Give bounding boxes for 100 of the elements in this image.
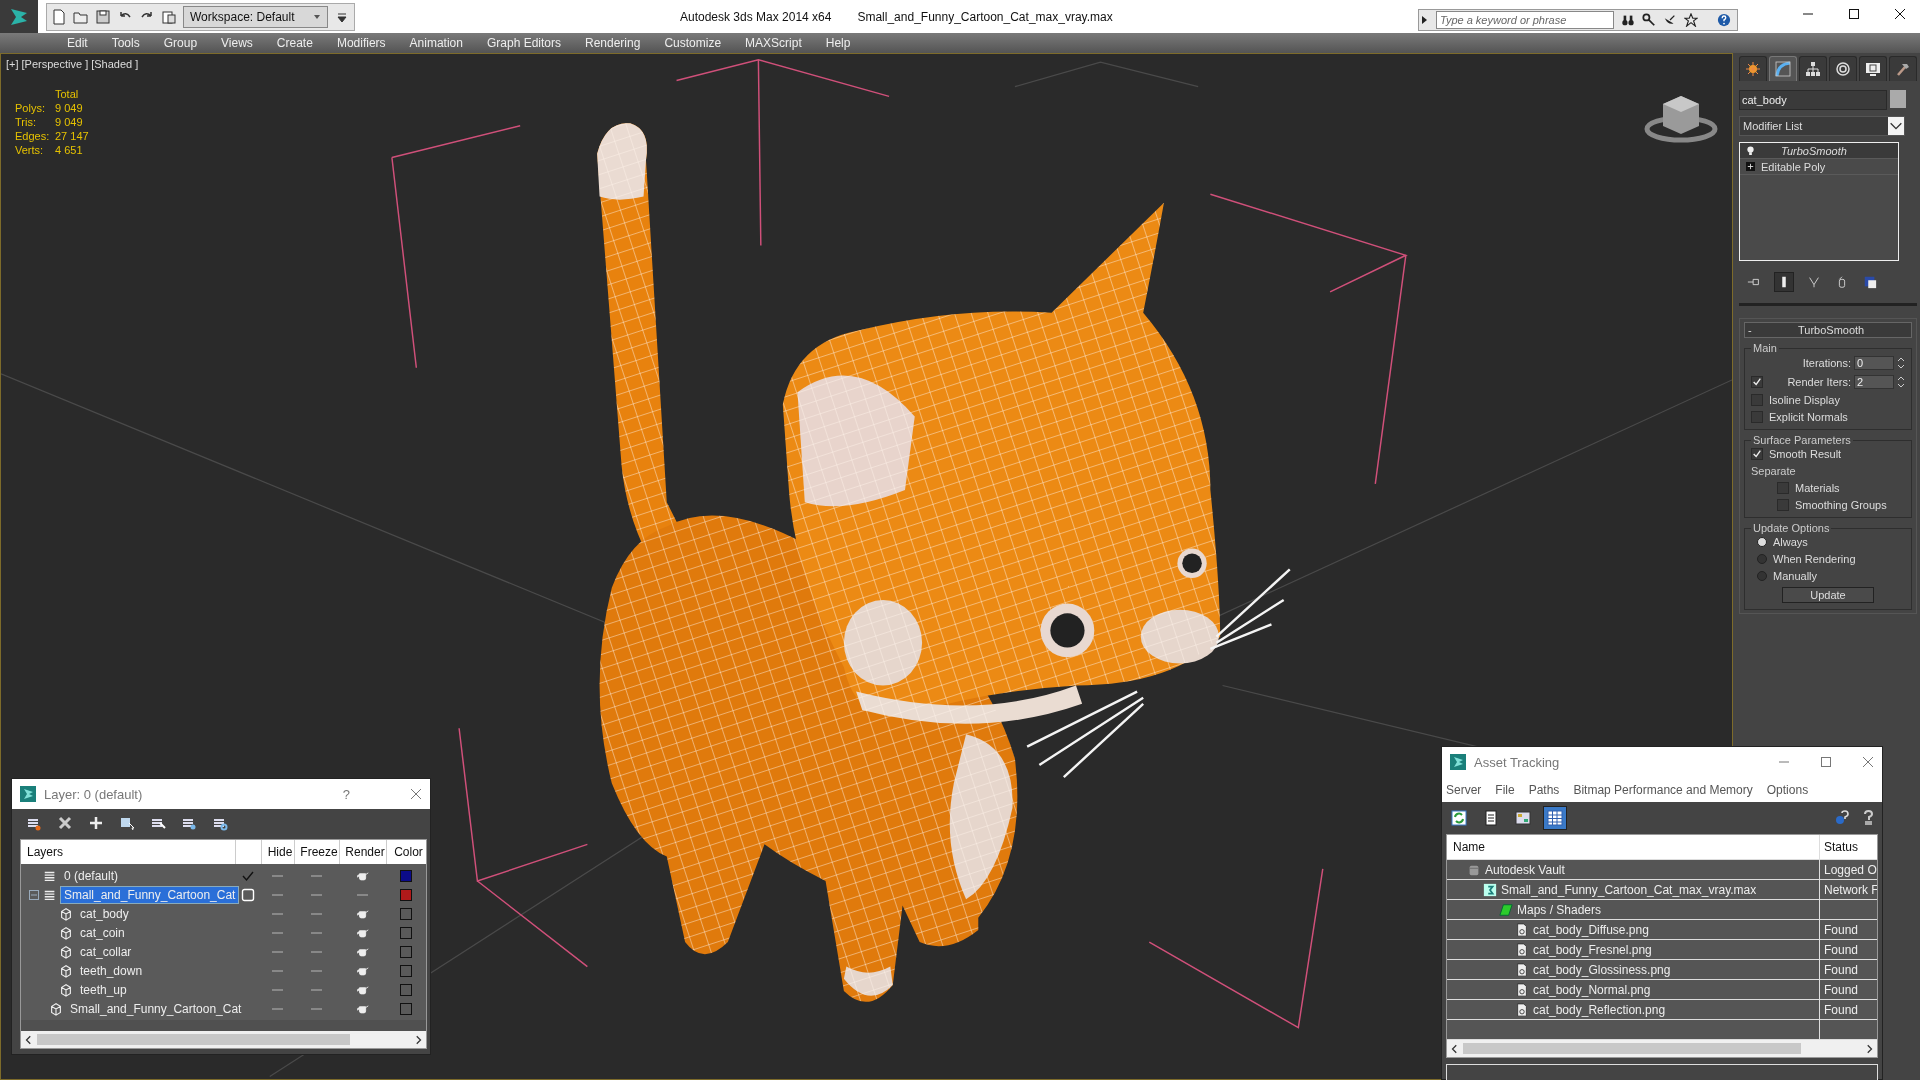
menu-item[interactable]: Group xyxy=(151,36,210,50)
freeze-toggle[interactable] xyxy=(311,874,322,877)
viewport-label[interactable]: [Perspective ] xyxy=(21,58,89,70)
freeze-toggle[interactable] xyxy=(311,988,322,991)
menu-item[interactable]: Create xyxy=(264,36,325,50)
color-swatch[interactable] xyxy=(400,1002,412,1015)
render-toggle[interactable] xyxy=(357,893,368,896)
teapot-icon[interactable] xyxy=(355,946,370,957)
close-icon[interactable] xyxy=(1894,8,1906,20)
menu-item[interactable]: Modifiers xyxy=(324,36,398,50)
menu-item[interactable]: Animation xyxy=(397,36,475,50)
asset-name[interactable]: cat_body_Reflection.png xyxy=(1533,1002,1666,1017)
delete-icon[interactable] xyxy=(57,815,73,831)
asset-name[interactable]: cat_body_Glossiness.png xyxy=(1533,962,1671,977)
asset-name[interactable]: Maps / Shaders xyxy=(1517,902,1602,917)
layer-name[interactable]: teeth_up xyxy=(77,981,130,998)
color-swatch[interactable] xyxy=(400,907,412,920)
maximize-icon[interactable] xyxy=(1848,8,1860,20)
asset-name[interactable]: Autodesk Vault xyxy=(1485,862,1565,877)
hide-toggle[interactable] xyxy=(272,988,283,991)
hide-toggle[interactable] xyxy=(272,950,283,953)
binoculars-icon[interactable] xyxy=(1621,13,1635,27)
hide-toggle[interactable] xyxy=(272,893,283,896)
spinner-arrows-icon[interactable] xyxy=(1897,356,1905,370)
menu-item[interactable]: Rendering xyxy=(573,36,653,50)
radio-button[interactable] xyxy=(1757,554,1767,564)
star-icon[interactable] xyxy=(1684,13,1698,27)
refresh-icon[interactable] xyxy=(1448,807,1470,829)
viewport-label[interactable]: [+] xyxy=(6,58,19,70)
update-button[interactable]: Update xyxy=(1782,587,1874,603)
menu-item[interactable]: File xyxy=(1495,782,1515,797)
collapse-icon[interactable] xyxy=(29,889,39,900)
teapot-icon[interactable] xyxy=(355,965,370,976)
menu-item[interactable]: Options xyxy=(1766,782,1809,797)
layer-name[interactable]: cat_collar xyxy=(77,943,135,960)
light-bulb-icon[interactable] xyxy=(1746,146,1755,155)
menu-item[interactable]: MAXScript xyxy=(733,36,814,50)
spinner-field[interactable]: 2 xyxy=(1854,375,1894,389)
menu-item[interactable]: Customize xyxy=(652,36,734,50)
color-swatch[interactable] xyxy=(400,888,412,901)
search-field[interactable]: Type a keyword or phrase xyxy=(1436,11,1614,29)
utilities-tab[interactable] xyxy=(1889,56,1917,81)
teapot-icon[interactable] xyxy=(355,908,370,919)
menu-item[interactable]: Server xyxy=(1446,782,1482,797)
menu-item[interactable]: Views xyxy=(209,36,265,50)
stack-item[interactable]: TurboSmooth xyxy=(1740,143,1898,159)
object-color-swatch[interactable] xyxy=(1890,90,1906,108)
table-view-icon[interactable] xyxy=(1544,807,1566,829)
app-logo-icon[interactable] xyxy=(0,0,38,33)
save-icon[interactable] xyxy=(95,8,111,25)
rollout-header[interactable]: - TurboSmooth xyxy=(1744,322,1912,338)
hide-toggle[interactable] xyxy=(272,969,283,972)
color-swatch[interactable] xyxy=(400,926,412,939)
menu-item[interactable]: Graph Editors xyxy=(474,36,573,50)
modifier-list-dropdown[interactable]: Modifier List xyxy=(1739,116,1905,136)
project-folder-icon[interactable] xyxy=(161,8,177,25)
help-icon[interactable] xyxy=(1717,13,1731,27)
hide-toggle[interactable] xyxy=(272,874,283,877)
radio-button[interactable] xyxy=(1757,537,1767,547)
freeze-toggle[interactable] xyxy=(311,1007,322,1010)
workspace-dropdown[interactable]: Workspace: Default xyxy=(183,5,328,28)
create-tab[interactable] xyxy=(1739,56,1767,81)
menu-item[interactable]: Help xyxy=(813,36,863,50)
teapot-icon[interactable] xyxy=(355,1003,370,1014)
checkbox[interactable] xyxy=(1751,394,1763,406)
hide-toggle[interactable] xyxy=(272,912,283,915)
checkbox[interactable] xyxy=(1751,376,1763,388)
freeze-toggle[interactable] xyxy=(311,969,322,972)
menu-item[interactable]: Tools xyxy=(99,36,152,50)
horizontal-scrollbar[interactable] xyxy=(1447,1040,1877,1057)
freeze-toggle[interactable] xyxy=(311,912,322,915)
checkbox[interactable] xyxy=(1777,499,1789,511)
menu-item[interactable]: Edit xyxy=(55,36,100,50)
color-swatch[interactable] xyxy=(400,869,412,882)
motion-tab[interactable] xyxy=(1829,56,1857,81)
freeze-toggle[interactable] xyxy=(311,893,322,896)
spinner-field[interactable]: 0 xyxy=(1854,356,1894,370)
hide-toggle[interactable] xyxy=(272,1007,283,1010)
checkbox[interactable] xyxy=(1751,448,1763,460)
checkbox[interactable] xyxy=(1751,411,1763,423)
layer-name[interactable]: teeth_down xyxy=(77,962,146,979)
column-header[interactable]: Status xyxy=(1819,835,1877,859)
checkbox[interactable] xyxy=(1777,482,1789,494)
freeze-toggle[interactable] xyxy=(311,950,322,953)
viewport-label[interactable]: [Shaded ] xyxy=(91,58,139,70)
teapot-icon[interactable] xyxy=(355,927,370,938)
object-name-field[interactable]: cat_body xyxy=(1739,90,1887,110)
stack-item[interactable]: Editable Poly xyxy=(1740,159,1898,175)
hide-toggle[interactable] xyxy=(272,931,283,934)
make-unique-icon[interactable] xyxy=(1807,275,1821,289)
teapot-icon[interactable] xyxy=(355,984,370,995)
color-swatch[interactable] xyxy=(400,945,412,958)
menu-item[interactable]: Paths xyxy=(1528,782,1560,797)
layer-name[interactable]: cat_body xyxy=(77,905,132,922)
freeze-toggle[interactable] xyxy=(311,931,322,934)
color-swatch[interactable] xyxy=(400,983,412,996)
teapot-icon[interactable] xyxy=(355,870,370,881)
column-header[interactable]: Layers xyxy=(21,840,235,864)
layer-name[interactable]: Small_and_Funny_Cartoon_Cat xyxy=(67,1000,245,1017)
radio-button[interactable] xyxy=(1757,571,1767,581)
